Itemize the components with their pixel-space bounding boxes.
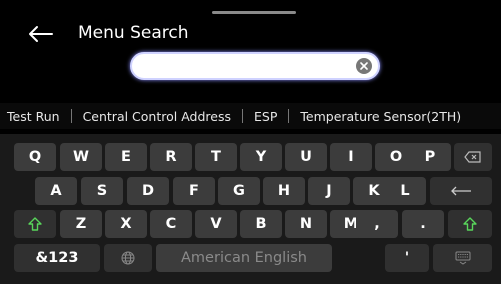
suggestion-item[interactable]: Temperature Sensor(2TH)	[289, 109, 472, 124]
shift-icon	[463, 217, 477, 231]
key-s[interactable]: S	[81, 177, 123, 205]
key-r[interactable]: R	[150, 143, 192, 171]
language-key[interactable]	[104, 244, 152, 272]
suggestion-item[interactable]: Test Run	[0, 109, 71, 124]
key-e[interactable]: E	[105, 143, 147, 171]
on-screen-keyboard: Q W E R T Y U I O P A S D F G H J K L Z …	[0, 134, 501, 284]
key-y[interactable]: Y	[240, 143, 282, 171]
key-f[interactable]: F	[173, 177, 215, 205]
key-n[interactable]: N	[285, 210, 327, 238]
suggestion-item[interactable]: ESP	[243, 109, 288, 124]
key-h[interactable]: H	[263, 177, 305, 205]
key-g[interactable]: G	[218, 177, 260, 205]
key-a[interactable]: A	[35, 177, 77, 205]
keyboard-hide-icon	[455, 251, 470, 265]
key-p[interactable]: P	[409, 143, 451, 171]
key-i[interactable]: I	[330, 143, 372, 171]
shift-key-right[interactable]	[448, 210, 492, 238]
key-comma[interactable]: ,	[356, 210, 398, 238]
shift-key-left[interactable]	[14, 210, 56, 238]
enter-icon	[451, 186, 471, 196]
key-j[interactable]: J	[308, 177, 350, 205]
suggestion-item[interactable]: Central Control Address	[72, 109, 242, 124]
key-b[interactable]: B	[240, 210, 282, 238]
suggestion-bar: Test Run Central Control Address ESP Tem…	[0, 103, 501, 129]
key-u[interactable]: U	[285, 143, 327, 171]
search-input[interactable]	[132, 54, 347, 78]
key-apostrophe[interactable]: '	[385, 244, 429, 272]
key-z[interactable]: Z	[60, 210, 102, 238]
numbers-key[interactable]: &123	[14, 244, 100, 272]
back-arrow-icon	[29, 26, 53, 42]
backspace-key[interactable]	[454, 143, 492, 171]
space-key[interactable]: American English	[156, 244, 332, 272]
page-title: Menu Search	[78, 23, 189, 43]
clear-icon	[360, 62, 368, 70]
search-box[interactable]	[130, 52, 380, 80]
key-v[interactable]: V	[195, 210, 237, 238]
globe-icon	[121, 251, 135, 265]
key-period[interactable]: .	[402, 210, 444, 238]
key-w[interactable]: W	[60, 143, 102, 171]
key-d[interactable]: D	[127, 177, 169, 205]
key-x[interactable]: X	[105, 210, 147, 238]
clear-button[interactable]	[356, 58, 372, 74]
key-q[interactable]: Q	[14, 143, 56, 171]
header: Menu Search	[0, 18, 501, 50]
shift-icon	[28, 217, 42, 231]
back-button[interactable]	[24, 20, 56, 48]
key-l[interactable]: L	[384, 177, 426, 205]
key-t[interactable]: T	[195, 143, 237, 171]
enter-key[interactable]	[430, 177, 492, 205]
key-c[interactable]: C	[150, 210, 192, 238]
drag-handle[interactable]	[212, 11, 296, 14]
backspace-icon	[464, 151, 481, 163]
hide-keyboard-key[interactable]	[433, 244, 492, 272]
